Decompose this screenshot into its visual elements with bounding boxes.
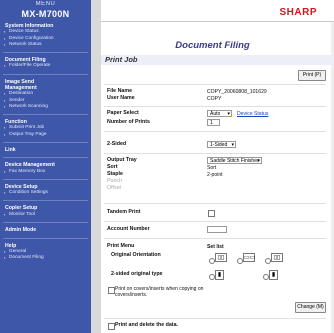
divider xyxy=(104,131,326,132)
account-number-label: Account Number xyxy=(107,226,150,232)
print-menu-value: Set list xyxy=(207,244,224,250)
orientation-portrait-icon[interactable]: ▯▯ xyxy=(215,253,227,262)
sidebar-divider xyxy=(3,114,88,116)
tandem-print-checkbox[interactable] xyxy=(208,210,215,217)
divider xyxy=(104,106,326,107)
divider xyxy=(104,318,326,319)
sidebar-divider xyxy=(3,141,88,143)
nav-link-network-status[interactable]: Network Status xyxy=(0,42,91,48)
sidebar-divider xyxy=(3,73,88,75)
sidebar-divider xyxy=(3,157,88,159)
orientation-landscape-icon[interactable]: ▭▭ xyxy=(243,253,255,262)
orientation-label: Original Orientation xyxy=(111,252,161,258)
book-type-icon[interactable]: ▮ xyxy=(215,270,224,280)
nav-link-network-scanning[interactable]: Network Scanning xyxy=(0,104,91,110)
user-name-value: COPY xyxy=(207,96,222,102)
sidebar-divider xyxy=(3,200,88,202)
two-sided-type-label: 2-sided original type xyxy=(111,271,163,277)
sidebar-divider xyxy=(3,237,88,239)
print-menu-label: Print Menu xyxy=(107,243,135,249)
nav-link-condition-settings[interactable]: Condition Settings xyxy=(0,190,91,196)
output-tray-label: Output Tray xyxy=(107,157,137,163)
nav-section-title[interactable]: Image Send Management xyxy=(0,79,65,92)
nav-link-output-tray-page[interactable]: Output Tray Page xyxy=(0,132,91,138)
sidebar-divider xyxy=(3,178,88,180)
page-title: Document Filing xyxy=(175,40,250,51)
section-title: Print Job xyxy=(101,55,334,65)
punch-label: Punch xyxy=(107,178,123,184)
nav-link-monitor-tool[interactable]: Monitor Tool xyxy=(0,212,91,218)
nav-link-folder-file-operate[interactable]: Folder/File Operate xyxy=(0,63,91,69)
nav-section-title[interactable]: Admin Mode xyxy=(0,227,91,233)
account-number-input[interactable] xyxy=(207,226,227,233)
file-name-label: File Name xyxy=(107,88,133,94)
sort-value: Sort xyxy=(207,165,217,171)
divider xyxy=(104,84,326,85)
print-delete-checkbox[interactable] xyxy=(108,323,115,330)
sharp-logo: SHARP xyxy=(279,7,317,18)
covers-inserts-label: Print on covers/inserts when copying on … xyxy=(115,286,204,298)
main-content: SHARP Document Filing Print Job Print (P… xyxy=(91,0,334,333)
user-name-label: User Name xyxy=(107,95,135,101)
top-bar: SHARP xyxy=(101,0,334,22)
number-of-prints-label: Number of Prints xyxy=(107,119,150,125)
nav-section-title[interactable]: Link xyxy=(0,147,91,153)
divider xyxy=(104,203,326,204)
change-button[interactable]: Change (M) xyxy=(295,302,326,313)
offset-label: Offset xyxy=(107,185,122,191)
two-sided-dropdown[interactable]: 1-Sided xyxy=(207,141,236,149)
sidebar-divider xyxy=(3,52,88,54)
divider xyxy=(104,221,326,222)
top-divider xyxy=(101,21,334,22)
print-delete-label: Print and delete the data. xyxy=(115,322,178,328)
number-of-prints-input[interactable]: 1 xyxy=(207,119,220,126)
print-button[interactable]: Print (P) xyxy=(298,70,326,81)
staple-value: 2-point xyxy=(207,172,223,178)
nav-link-document-filing-help[interactable]: Document Filing xyxy=(0,255,91,261)
divider xyxy=(104,153,326,154)
file-name-value: COPY_20060808_101629 xyxy=(207,89,267,95)
paper-select-dropdown[interactable]: Auto xyxy=(207,110,232,118)
model-name: MX-M700N xyxy=(21,9,70,19)
orientation-rotated-icon[interactable]: ▯▯ xyxy=(271,253,283,262)
sort-label: Sort xyxy=(107,164,118,170)
two-sided-label: 2-Sided xyxy=(107,141,127,147)
sidebar: MENU MX-M700N System Information Device … xyxy=(0,0,91,333)
staple-label: Staple xyxy=(107,171,123,177)
divider xyxy=(104,238,326,239)
sidebar-header: MENU xyxy=(35,1,56,7)
tablet-type-icon[interactable]: ▮ xyxy=(269,270,278,280)
nav-link-fax-memory-box[interactable]: Fax Memory Box xyxy=(0,169,91,175)
tandem-print-label: Tandem Print xyxy=(107,209,141,215)
sidebar-divider xyxy=(3,222,88,224)
covers-inserts-checkbox[interactable] xyxy=(108,287,115,294)
paper-select-label: Paper Select xyxy=(107,110,139,116)
output-tray-dropdown[interactable]: Saddle Stitch Finisher xyxy=(207,157,262,165)
device-status-link[interactable]: Device Status xyxy=(237,111,268,117)
